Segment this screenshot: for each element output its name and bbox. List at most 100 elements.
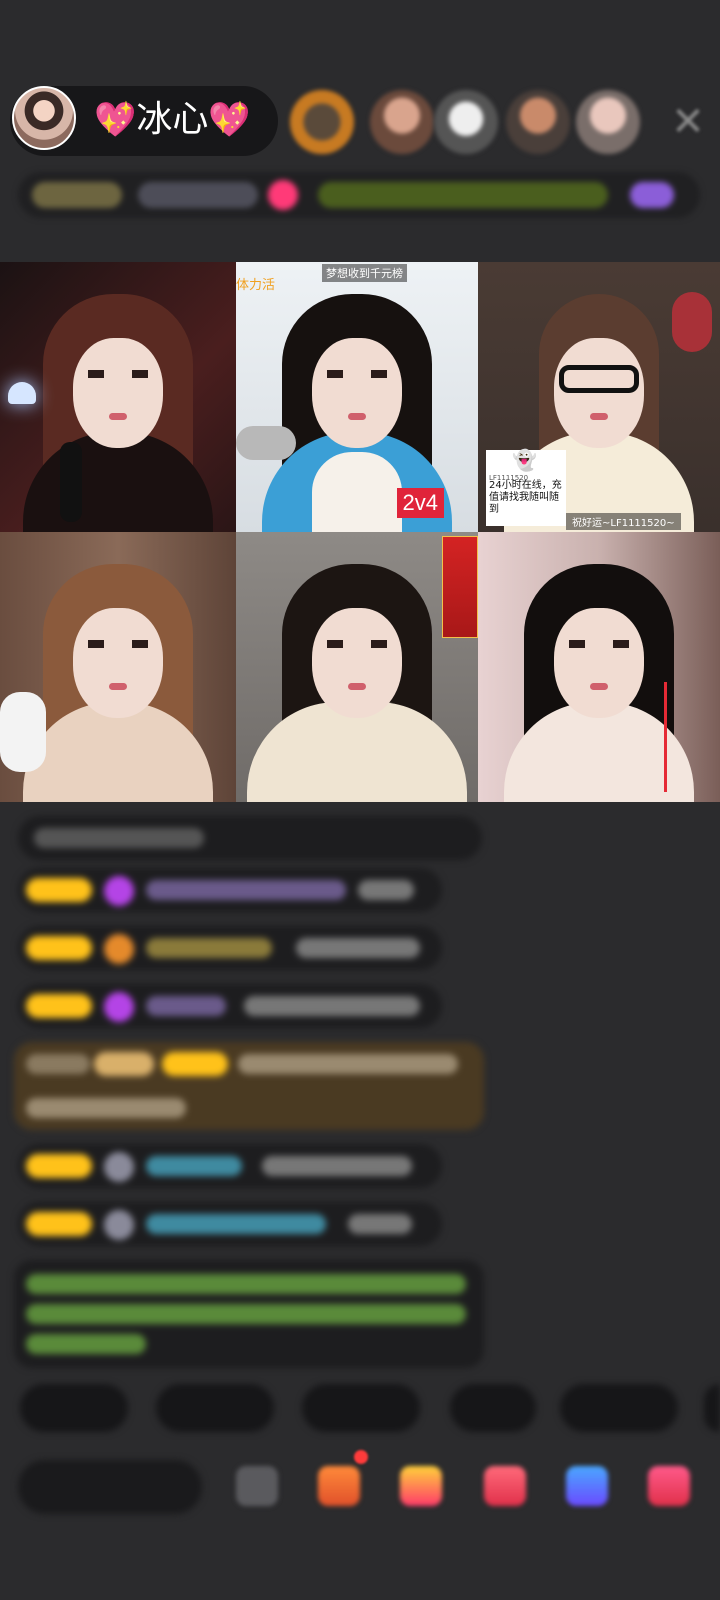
video-cell-3[interactable]: 👻 LF1111520 24小时在线，充 值请找我随叫随 到 祝好运~LF111… (478, 262, 720, 532)
note-card: 👻 LF1111520 24小时在线，充 值请找我随叫随 到 (486, 450, 566, 526)
streamer-eyes (327, 640, 387, 648)
announcement-message (14, 1260, 484, 1368)
level-badge (162, 1052, 228, 1076)
quick-reply-1[interactable] (20, 1384, 128, 1432)
microphone-icon (60, 442, 82, 522)
treasure-icon[interactable] (400, 1466, 442, 1506)
username (146, 938, 272, 958)
video-cell-2[interactable]: 体力活 梦想收到千元榜 2v4 (236, 262, 478, 532)
microphone-icon (236, 426, 296, 460)
overlay-tag-left: 体力活 (236, 278, 276, 293)
chat-text (26, 1098, 186, 1118)
inner-top (312, 452, 402, 532)
notification-dot (354, 1450, 368, 1464)
heart-left-icon: 💖 (94, 100, 137, 140)
chat-text (238, 1054, 458, 1074)
chat-text (358, 880, 414, 900)
quick-reply-5[interactable] (560, 1384, 678, 1432)
overlay-tag-top: 梦想收到千元榜 (322, 264, 407, 282)
viewer-avatar-2[interactable] (370, 90, 434, 154)
username (26, 1054, 90, 1074)
heart-right-icon: 💖 (208, 100, 251, 140)
chat-message[interactable] (18, 1202, 442, 1246)
username (146, 880, 346, 900)
chat-text (34, 828, 204, 848)
chat-message[interactable] (18, 1144, 442, 1188)
system-notice (18, 816, 482, 860)
gem-icon (104, 876, 134, 906)
streamer-lips (348, 413, 366, 421)
streamer-lips (109, 413, 127, 421)
level-badge (32, 182, 122, 208)
streamer-eyes (327, 370, 387, 378)
chat-input[interactable] (18, 1460, 202, 1514)
host-name: 💖冰心💖 (94, 96, 251, 144)
stream-info-bar[interactable] (18, 172, 700, 218)
gem-icon (104, 992, 134, 1022)
video-cell-4[interactable] (0, 532, 236, 802)
level-badge (26, 936, 92, 960)
flower-decoration (672, 292, 712, 352)
game-icon[interactable] (566, 1466, 608, 1506)
video-cell-6[interactable] (478, 532, 720, 802)
activity-icon[interactable] (630, 182, 674, 208)
earphone-wire (664, 682, 667, 792)
username (146, 1214, 326, 1234)
fans-badge (138, 182, 258, 208)
chat-text (244, 996, 420, 1016)
streamer-face (312, 337, 402, 448)
streamer-lips (590, 413, 608, 421)
level-badge (26, 1212, 92, 1236)
note-card-line2: 值请找我随叫随 (489, 492, 559, 503)
chat-text (26, 1274, 466, 1294)
video-cell-1[interactable] (0, 262, 236, 532)
streamer-face (73, 337, 163, 448)
streamer-lips (590, 683, 608, 691)
more-gifts-icon[interactable] (648, 1466, 690, 1506)
quick-reply-4[interactable] (450, 1384, 536, 1432)
chat-text (296, 938, 420, 958)
balloon-icon (104, 934, 134, 964)
chat-text (26, 1334, 146, 1354)
streamer-face (73, 607, 163, 718)
streamer-eyes (569, 640, 629, 648)
chat-message[interactable] (18, 984, 442, 1028)
viewer-avatar-5[interactable] (576, 90, 640, 154)
red-poster (442, 536, 478, 638)
streamer-eyes (88, 640, 148, 648)
chat-text (348, 1214, 412, 1234)
glasses-icon (559, 364, 639, 393)
chat-message[interactable] (18, 926, 442, 970)
video-grid: 体力活 梦想收到千元榜 2v4 👻 LF1111520 24小时在线，充 值请找… (0, 262, 720, 802)
note-card-id: LF1111520 (489, 474, 529, 482)
note-card-line3: 到 (489, 504, 499, 515)
avatar-icon (104, 1210, 134, 1240)
viewer-avatar-3[interactable] (434, 90, 498, 154)
quick-reply-6[interactable] (704, 1384, 720, 1432)
host-name-text: 冰心 (136, 99, 209, 140)
emoji-icon[interactable] (236, 1466, 278, 1506)
quick-reply-2[interactable] (156, 1384, 274, 1432)
level-badge (26, 878, 92, 902)
pk-vs-badge: 2v4 (396, 488, 444, 518)
vip-badge (94, 1052, 154, 1076)
level-badge (26, 1154, 92, 1178)
host-avatar[interactable] (12, 86, 76, 150)
lucky-bag-icon[interactable] (484, 1466, 526, 1506)
close-icon[interactable]: ✕ (668, 102, 708, 142)
quick-reply-3[interactable] (302, 1384, 420, 1432)
lamp-shape (8, 382, 36, 404)
gift-icon[interactable] (268, 180, 298, 210)
video-cell-5[interactable] (236, 532, 478, 802)
username (146, 1156, 242, 1176)
plush-toy (0, 692, 46, 772)
rank-banner[interactable] (318, 182, 608, 208)
avatar-icon (104, 1152, 134, 1182)
gift-box-icon[interactable] (318, 1466, 360, 1506)
highlight-message[interactable] (14, 1042, 484, 1130)
viewer-avatar-1[interactable] (290, 90, 354, 154)
viewer-avatar-4[interactable] (506, 90, 570, 154)
chat-message[interactable] (18, 868, 442, 912)
streamer-face (312, 607, 402, 718)
streamer-face (554, 337, 644, 448)
